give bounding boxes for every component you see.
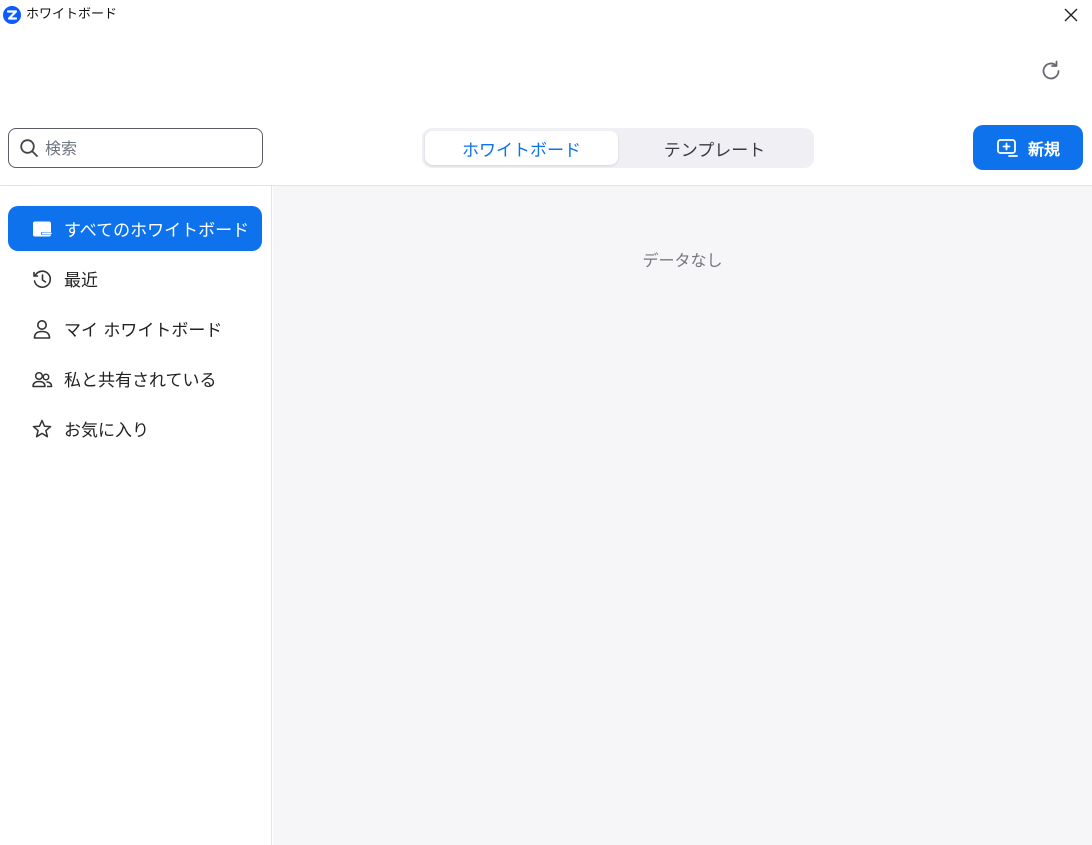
sidebar-item-shared-with-me[interactable]: 私と共有されている xyxy=(8,356,262,401)
sidebar-item-label: お気に入り xyxy=(64,421,149,441)
tab-templates[interactable]: テンプレート xyxy=(618,131,811,165)
window-title: ホワイトボード xyxy=(26,7,118,22)
empty-state-text: データなし xyxy=(642,251,723,270)
clock-icon xyxy=(30,267,54,291)
close-icon xyxy=(1064,8,1078,22)
sidebar-item-label: 最近 xyxy=(64,271,98,291)
refresh-icon xyxy=(1042,60,1060,80)
star-icon xyxy=(30,417,54,441)
sidebar-item-recent[interactable]: 最近 xyxy=(8,256,262,301)
whiteboard-icon xyxy=(30,217,54,241)
refresh-button[interactable] xyxy=(1036,56,1066,86)
new-board-icon xyxy=(996,138,1018,158)
main-content: データなし xyxy=(273,186,1092,845)
search-icon xyxy=(20,139,38,157)
sidebar-item-label: マイ ホワイトボード xyxy=(64,321,223,341)
sidebar: すべてのホワイトボード 最近 マイ ホワイトボード 私と共有されている お気に入… xyxy=(0,186,272,845)
new-whiteboard-button[interactable]: 新規 xyxy=(973,125,1083,170)
title-bar: ホワイトボード xyxy=(0,0,1092,30)
sidebar-item-label: 私と共有されている xyxy=(64,371,217,391)
sidebar-item-my-whiteboards[interactable]: マイ ホワイトボード xyxy=(8,306,262,351)
sidebar-item-label: すべてのホワイトボード xyxy=(64,221,250,241)
zoom-logo-icon xyxy=(3,6,21,24)
view-tabs: ホワイトボード テンプレート xyxy=(422,128,814,168)
search-box[interactable] xyxy=(8,128,263,168)
close-button[interactable] xyxy=(1058,2,1084,28)
tab-whiteboards[interactable]: ホワイトボード xyxy=(425,131,618,165)
user-icon xyxy=(30,317,54,341)
sidebar-item-all-whiteboards[interactable]: すべてのホワイトボード xyxy=(8,206,262,251)
new-button-label: 新規 xyxy=(1027,139,1060,159)
sidebar-item-favorites[interactable]: お気に入り xyxy=(8,406,262,451)
search-input[interactable] xyxy=(45,138,235,158)
people-icon xyxy=(30,367,54,391)
